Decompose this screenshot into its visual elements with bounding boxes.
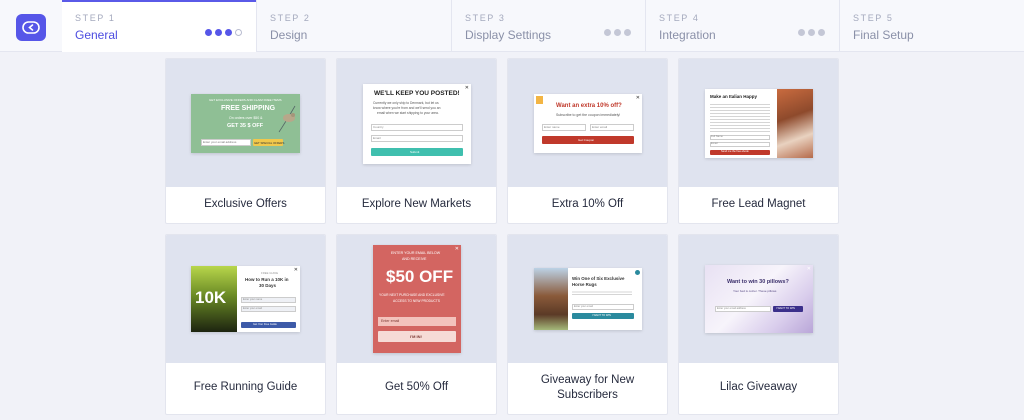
chat-bubble-icon — [22, 20, 40, 34]
step-design[interactable]: STEP 2 Design — [257, 0, 451, 52]
template-preview: Win One of Six Exclusive Horse Rugs Ente… — [508, 235, 667, 363]
step-number: STEP 1 — [75, 13, 116, 23]
app-logo[interactable] — [16, 14, 46, 41]
template-preview: ✕ Want an extra 10% off? Subscribe to ge… — [508, 59, 667, 187]
template-preview: 10K ✕ FREE GUIDE How to Run a 10K in 30 … — [166, 235, 325, 363]
template-card[interactable]: 10K ✕ FREE GUIDE How to Run a 10K in 30 … — [165, 234, 326, 415]
popup-thumbnail: 10K ✕ FREE GUIDE How to Run a 10K in 30 … — [191, 266, 300, 332]
step-progress-dots — [205, 29, 242, 36]
step-integration[interactable]: STEP 4 Integration — [646, 0, 839, 52]
template-card[interactable]: ✕ Make an Italian Happy Full Name Email … — [678, 58, 839, 224]
step-number: STEP 3 — [465, 13, 506, 23]
body-text-lines — [710, 102, 770, 132]
template-name: Lilac Giveaway — [719, 381, 798, 393]
template-preview: GET EXCLUSIVE OFFERS AND CLAIM FREE ITEM… — [166, 59, 325, 187]
template-card[interactable]: ✕ Want an extra 10% off? Subscribe to ge… — [507, 58, 668, 224]
popup-thumbnail: GET EXCLUSIVE OFFERS AND CLAIM FREE ITEM… — [191, 94, 300, 153]
popup-thumbnail: ✕ Make an Italian Happy Full Name Email … — [705, 89, 813, 158]
bird-illustration — [278, 105, 296, 133]
popup-thumbnail: ✕ Want to win 30 pillows? Your bed is co… — [705, 265, 813, 333]
template-card[interactable]: GET EXCLUSIVE OFFERS AND CLAIM FREE ITEM… — [165, 58, 326, 224]
step-title: Final Setup — [853, 28, 914, 42]
wizard-stepper: STEP 1 General STEP 2 Design STEP 3 Disp… — [0, 0, 1024, 52]
model-photo — [777, 89, 813, 158]
step-display-settings[interactable]: STEP 3 Display Settings — [452, 0, 645, 52]
template-name: Free Running Guide — [193, 381, 298, 393]
template-preview: ✕ Want to win 30 pillows? Your bed is co… — [679, 235, 838, 363]
template-card[interactable]: Win One of Six Exclusive Horse Rugs Ente… — [507, 234, 668, 415]
close-icon — [635, 270, 640, 275]
template-name: Free Lead Magnet — [711, 197, 806, 210]
template-name: Get 50% Off — [384, 381, 449, 393]
template-preview: ✕ ENTER YOUR EMAIL BELOW AND RECEIVE $50… — [337, 235, 496, 363]
template-card[interactable]: ✕ Want to win 30 pillows? Your bed is co… — [678, 234, 839, 415]
step-number: STEP 5 — [853, 13, 894, 23]
step-number: STEP 2 — [270, 13, 311, 23]
popup-thumbnail: ✕ Want an extra 10% off? Subscribe to ge… — [534, 94, 642, 153]
step-title: Design — [270, 28, 308, 42]
template-card[interactable]: ✕ ENTER YOUR EMAIL BELOW AND RECEIVE $50… — [336, 234, 497, 415]
template-name: Exclusive Offers — [204, 197, 287, 210]
template-name: Giveaway for New Subscribers — [540, 373, 635, 401]
gift-icon — [536, 96, 543, 104]
horse-photo — [534, 268, 568, 330]
template-name: Explore New Markets — [361, 197, 472, 210]
template-preview: ✕ WE'LL KEEP YOU POSTED! Currently we on… — [337, 59, 496, 187]
step-final-setup[interactable]: STEP 5 Final Setup — [840, 0, 1024, 52]
step-progress-dots — [604, 29, 631, 36]
body-text-lines — [572, 290, 632, 296]
template-card[interactable]: ✕ WE'LL KEEP YOU POSTED! Currently we on… — [336, 58, 497, 224]
template-name: Extra 10% Off — [551, 197, 624, 210]
step-number: STEP 4 — [659, 13, 700, 23]
step-general[interactable]: STEP 1 General — [62, 0, 256, 52]
step-progress-dots — [798, 29, 825, 36]
template-preview: ✕ Make an Italian Happy Full Name Email … — [679, 59, 838, 187]
popup-thumbnail: ✕ ENTER YOUR EMAIL BELOW AND RECEIVE $50… — [373, 245, 461, 353]
popup-thumbnail: ✕ WE'LL KEEP YOU POSTED! Currently we on… — [363, 84, 471, 164]
popup-thumbnail: Win One of Six Exclusive Horse Rugs Ente… — [534, 268, 642, 330]
